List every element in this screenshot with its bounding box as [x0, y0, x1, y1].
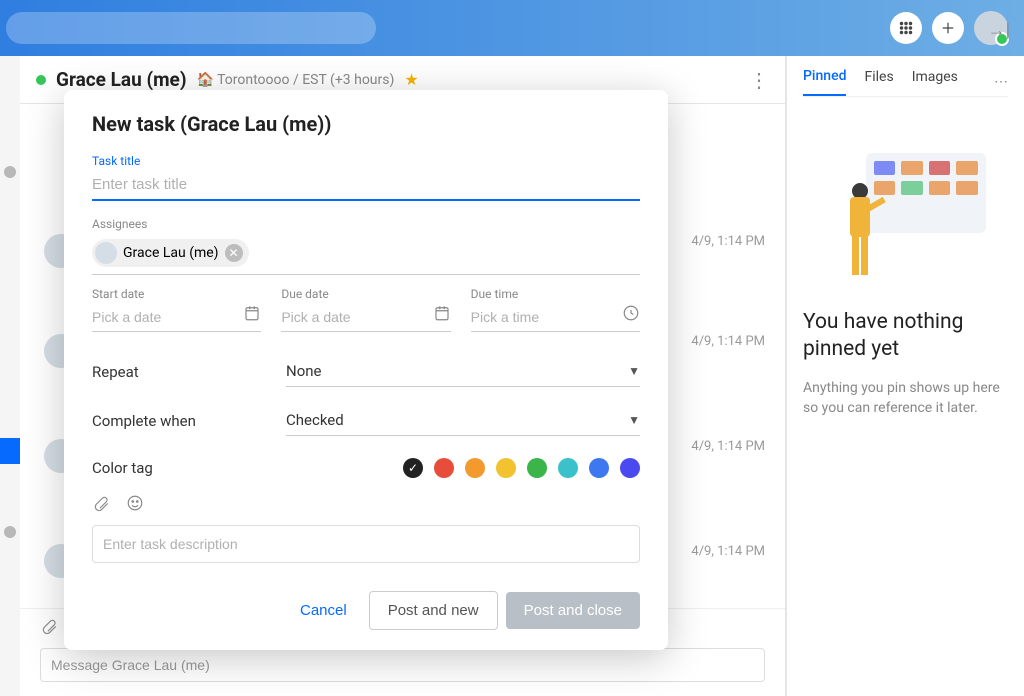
task-title-input[interactable] — [92, 170, 640, 201]
task-title-label: Task title — [92, 154, 640, 168]
emoji-icon[interactable] — [126, 494, 144, 517]
color-swatch[interactable]: ✓ — [403, 458, 423, 478]
description-input[interactable] — [92, 525, 640, 563]
assignees-field[interactable]: Grace Lau (me) ✕ — [92, 233, 640, 275]
post-and-close-button[interactable]: Post and close — [506, 592, 640, 629]
due-date-label: Due date — [281, 287, 450, 301]
remove-chip-icon[interactable]: ✕ — [225, 244, 243, 262]
color-swatch[interactable] — [434, 458, 454, 478]
modal-title: New task (Grace Lau (me)) — [92, 112, 640, 136]
attach-icon[interactable] — [92, 494, 110, 517]
color-swatch[interactable] — [589, 458, 609, 478]
calendar-icon[interactable] — [433, 304, 451, 326]
color-swatch[interactable] — [527, 458, 547, 478]
complete-value: Checked — [286, 411, 344, 429]
repeat-value: None — [286, 362, 322, 380]
cancel-button[interactable]: Cancel — [286, 592, 361, 629]
clock-icon[interactable] — [622, 304, 640, 326]
due-time-input[interactable] — [471, 303, 640, 332]
chevron-down-icon: ▼ — [628, 413, 640, 427]
color-swatch[interactable] — [465, 458, 485, 478]
calendar-icon[interactable] — [243, 304, 261, 326]
start-date-input[interactable] — [92, 303, 261, 332]
new-task-modal: New task (Grace Lau (me)) Task title Ass… — [64, 90, 668, 650]
color-swatch[interactable] — [558, 458, 578, 478]
assignee-chip: Grace Lau (me) ✕ — [92, 239, 249, 267]
complete-select[interactable]: Checked ▼ — [286, 405, 640, 436]
start-date-label: Start date — [92, 287, 261, 301]
repeat-label: Repeat — [92, 363, 286, 381]
color-label: Color tag — [92, 459, 286, 477]
avatar — [95, 242, 117, 264]
due-time-label: Due time — [471, 287, 640, 301]
assignees-label: Assignees — [92, 217, 640, 231]
repeat-select[interactable]: None ▼ — [286, 356, 640, 387]
color-swatches: ✓ — [403, 458, 640, 478]
due-date-input[interactable] — [281, 303, 450, 332]
post-and-new-button[interactable]: Post and new — [369, 591, 498, 630]
color-swatch[interactable] — [620, 458, 640, 478]
complete-label: Complete when — [92, 412, 286, 430]
chevron-down-icon: ▼ — [628, 364, 640, 378]
color-swatch[interactable] — [496, 458, 516, 478]
assignee-chip-label: Grace Lau (me) — [123, 245, 219, 261]
